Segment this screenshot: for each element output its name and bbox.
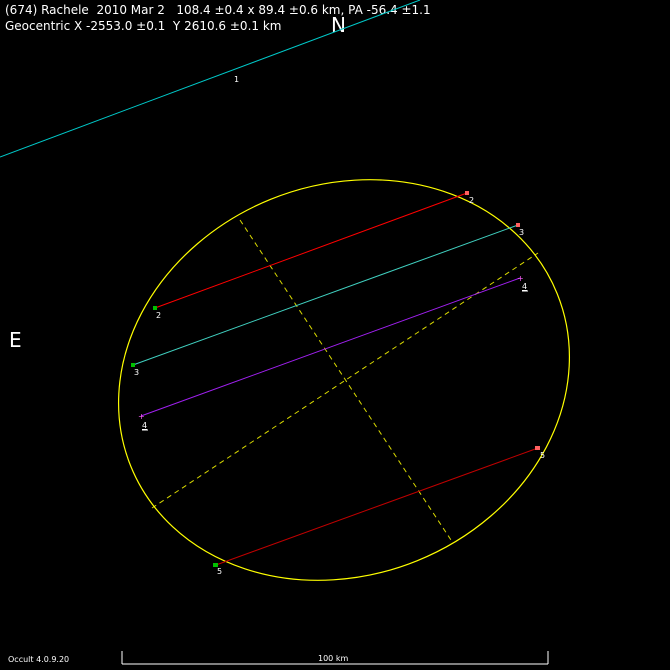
chord-1: 1 xyxy=(0,0,421,158)
chord-2-end-marker xyxy=(465,191,469,195)
chord-3-end-marker xyxy=(516,223,520,227)
chord-3-label-start: 3 xyxy=(134,368,139,377)
chord-4-label-start: 4 xyxy=(142,421,147,430)
chord-2-line xyxy=(154,192,468,309)
chord-5-line xyxy=(215,447,539,566)
chord-2-start-marker xyxy=(153,306,157,310)
chord-5-label-start: 5 xyxy=(217,567,222,576)
occultation-profile: (674) Rachele 2010 Mar 2 108.4 ±0.4 x 89… xyxy=(0,0,670,670)
chord-5-end-marker xyxy=(535,446,540,450)
chord-4-label-end: 4 xyxy=(522,282,527,291)
chord-1-label: 1 xyxy=(234,75,239,84)
asteroid-ellipse xyxy=(117,179,571,581)
minor-axis xyxy=(239,219,452,541)
chord-5: 5 5 xyxy=(213,446,545,576)
chord-3-start-marker xyxy=(131,363,135,367)
software-version: Occult 4.0.9.20 xyxy=(8,655,70,664)
chord-3: 3 3 xyxy=(131,223,524,377)
chord-2-label-end: 2 xyxy=(469,196,474,205)
chord-4: + + 4 4 xyxy=(138,274,528,431)
chord-4-line xyxy=(140,277,521,417)
chord-4-start-marker: + xyxy=(138,412,145,421)
chord-2: 2 2 xyxy=(153,191,474,320)
profile-plot: 1 2 2 3 3 + + 4 4 5 5 xyxy=(0,0,571,665)
major-axis xyxy=(151,252,539,509)
chord-2-label-start: 2 xyxy=(156,311,161,320)
chord-3-label-end: 3 xyxy=(519,228,524,237)
scale-label: 100 km xyxy=(318,654,349,663)
chord-5-label-end: 5 xyxy=(540,451,545,460)
chord-1-line xyxy=(0,0,421,158)
